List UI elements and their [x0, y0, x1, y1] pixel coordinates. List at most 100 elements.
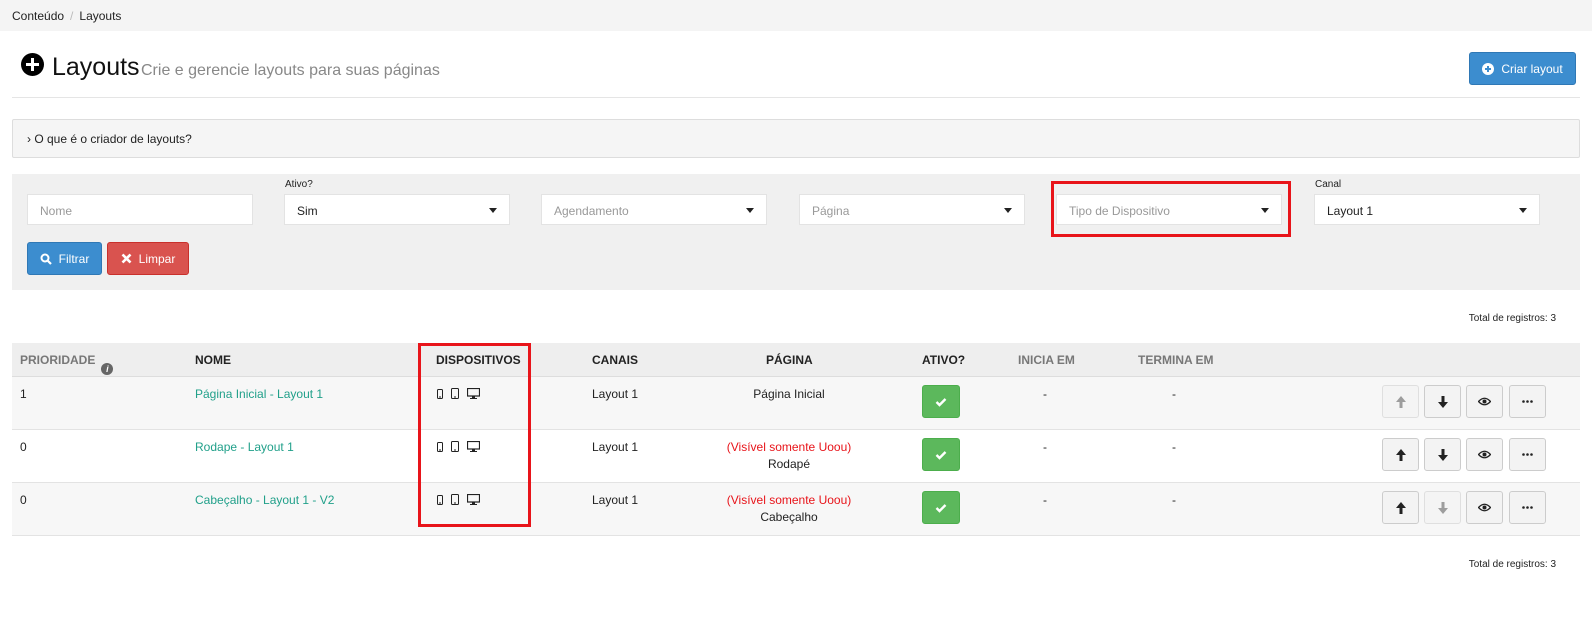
row-pagina-cell: (Visível somente Uoou) Rodapé — [709, 440, 869, 471]
agendamento-placeholder: Agendamento — [554, 204, 629, 218]
pagina-placeholder: Página — [812, 204, 850, 218]
name-filter-input[interactable]: Nome — [27, 194, 253, 225]
layout-creator-info-toggle[interactable]: › O que é o criador de layouts? — [12, 119, 1580, 158]
row-termina-em: - — [1172, 493, 1176, 507]
column-header-canais: CANAIS — [592, 353, 639, 367]
ellipsis-icon — [1522, 453, 1533, 456]
create-layout-button[interactable]: Criar layout — [1469, 52, 1576, 85]
row-canal: Layout 1 — [592, 387, 639, 401]
row-prioridade: 0 — [20, 440, 27, 454]
more-options-button[interactable] — [1509, 438, 1546, 471]
eye-icon — [1478, 503, 1491, 512]
arrow-up-icon — [1395, 395, 1406, 408]
clear-button[interactable]: Limpar — [107, 242, 189, 275]
move-down-button[interactable] — [1424, 491, 1461, 524]
arrow-down-icon — [1437, 395, 1448, 408]
page-subtitle: Crie e gerencie layouts para suas página… — [141, 62, 440, 79]
row-prioridade: 1 — [20, 387, 27, 401]
row-visibility-note: (Visível somente Uoou) — [726, 493, 852, 507]
highlight-box-device-filter — [1051, 181, 1291, 237]
layouts-table: PRIORIDADE i NOME DISPOSITIVOS CANAIS PÁG… — [12, 343, 1580, 536]
move-down-button[interactable] — [1424, 438, 1461, 471]
row-nome-link[interactable]: Página Inicial - Layout 1 — [195, 387, 323, 401]
create-layout-label: Criar layout — [1501, 61, 1563, 76]
row-prioridade: 0 — [20, 493, 27, 507]
table-row: 0 Rodape - Layout 1 Layout 1 (Visível so… — [12, 430, 1580, 483]
move-up-button[interactable] — [1382, 385, 1419, 418]
filter-button-label: Filtrar — [58, 251, 90, 266]
more-options-button[interactable] — [1509, 491, 1546, 524]
row-pagina: Página Inicial — [753, 387, 825, 401]
pagina-select[interactable]: Página — [799, 194, 1025, 225]
preview-button[interactable] — [1466, 438, 1503, 471]
arrow-up-icon — [1395, 448, 1406, 461]
canal-select[interactable]: Layout 1 — [1314, 194, 1540, 225]
chevron-down-icon — [1004, 208, 1012, 213]
active-toggle-button[interactable] — [922, 491, 960, 524]
ativo-value: Sim — [297, 204, 318, 218]
column-header-prioridade[interactable]: PRIORIDADE i — [20, 353, 114, 375]
canal-value: Layout 1 — [1327, 204, 1374, 218]
row-inicia-em: - — [1043, 387, 1047, 401]
move-up-button[interactable] — [1382, 491, 1419, 524]
preview-button[interactable] — [1466, 385, 1503, 418]
page-header: Layouts Crie e gerencie layouts para sua… — [12, 31, 1580, 98]
row-pagina: Cabeçalho — [760, 510, 818, 524]
eye-icon — [1478, 397, 1491, 406]
ativo-label: Ativo? — [285, 179, 313, 190]
times-icon — [121, 253, 132, 264]
row-nome-link[interactable]: Cabeçalho - Layout 1 - V2 — [195, 493, 334, 507]
check-icon — [935, 450, 947, 460]
row-nome-link[interactable]: Rodape - Layout 1 — [195, 440, 294, 454]
move-up-button[interactable] — [1382, 438, 1419, 471]
plus-circle-icon — [1482, 62, 1495, 75]
breadcrumb-separator: / — [70, 9, 74, 23]
page-title: Layouts — [52, 53, 140, 81]
table-row: 1 Página Inicial - Layout 1 Layout 1 Pág… — [12, 377, 1580, 430]
row-pagina: Rodapé — [767, 457, 811, 471]
row-visibility-note: (Visível somente Uoou) — [726, 440, 852, 454]
filter-panel: Nome Ativo? Sim Agendamento Página Tipo … — [12, 174, 1580, 290]
total-records-bottom: Total de registros: 3 — [1468, 559, 1556, 570]
column-header-termina-em[interactable]: TERMINA EM — [1138, 353, 1214, 367]
arrow-up-icon — [1395, 501, 1406, 514]
preview-button[interactable] — [1466, 491, 1503, 524]
active-toggle-button[interactable] — [922, 438, 960, 471]
table-header: PRIORIDADE i NOME DISPOSITIVOS CANAIS PÁG… — [12, 343, 1580, 377]
column-header-inicia-em[interactable]: INICIA EM — [1018, 353, 1075, 367]
row-termina-em: - — [1172, 387, 1176, 401]
arrow-down-icon — [1437, 448, 1448, 461]
breadcrumb-item-conteudo[interactable]: Conteúdo — [12, 9, 64, 23]
agendamento-select[interactable]: Agendamento — [541, 194, 767, 225]
ellipsis-icon — [1522, 400, 1533, 403]
name-filter-placeholder: Nome — [40, 204, 73, 218]
eye-icon — [1478, 450, 1491, 459]
highlight-box-devices-column — [418, 343, 531, 527]
ellipsis-icon — [1522, 506, 1533, 509]
column-header-nome[interactable]: NOME — [195, 353, 231, 367]
arrow-down-icon — [1437, 501, 1448, 514]
table-row: 0 Cabeçalho - Layout 1 - V2 Layout 1 (Vi… — [12, 483, 1580, 536]
breadcrumb: Conteúdo / Layouts — [0, 0, 1592, 31]
chevron-down-icon — [746, 208, 754, 213]
total-records-top: Total de registros: 3 — [1468, 313, 1556, 324]
info-icon[interactable]: i — [101, 363, 114, 375]
active-toggle-button[interactable] — [922, 385, 960, 418]
row-canal: Layout 1 — [592, 440, 639, 454]
move-down-button[interactable] — [1424, 385, 1461, 418]
info-panel-label: › O que é o criador de layouts? — [27, 132, 192, 146]
plus-circle-icon — [21, 53, 44, 76]
row-termina-em: - — [1172, 440, 1176, 454]
filter-button[interactable]: Filtrar — [27, 242, 102, 275]
breadcrumb-item-layouts: Layouts — [79, 9, 122, 23]
chevron-down-icon — [1519, 208, 1527, 213]
row-pagina-cell: (Visível somente Uoou) Cabeçalho — [709, 493, 869, 524]
canal-label: Canal — [1315, 179, 1342, 190]
column-header-prioridade-label: PRIORIDADE — [20, 353, 96, 367]
row-inicia-em: - — [1043, 493, 1047, 507]
check-icon — [935, 397, 947, 407]
ativo-select[interactable]: Sim — [284, 194, 510, 225]
more-options-button[interactable] — [1509, 385, 1546, 418]
column-header-ativo: ATIVO? — [922, 353, 966, 367]
clear-button-label: Limpar — [138, 251, 176, 266]
